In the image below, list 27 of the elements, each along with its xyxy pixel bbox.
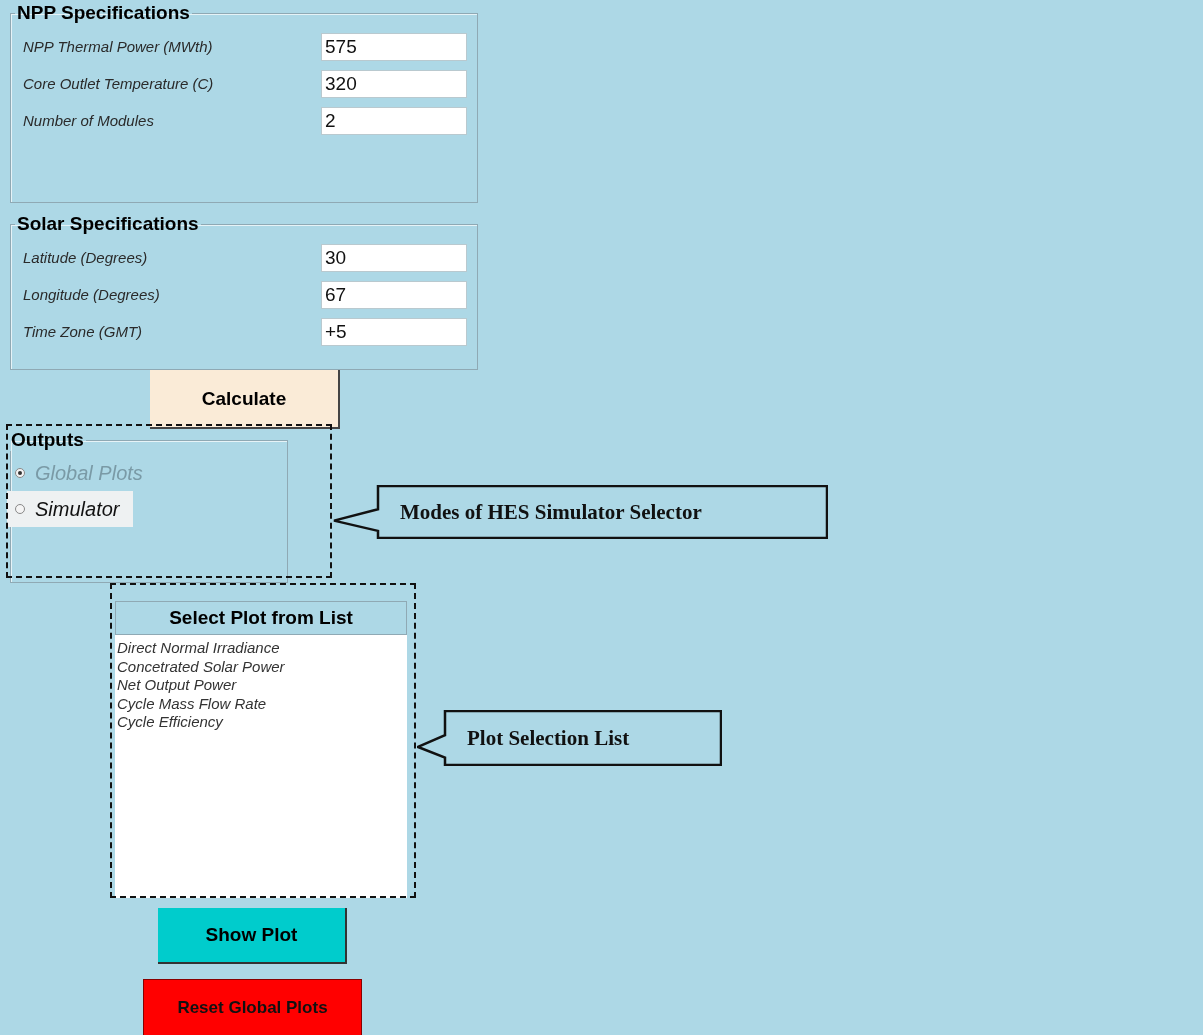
- field-label: Core Outlet Temperature (C): [23, 75, 214, 92]
- callout: Plot Selection List: [417, 710, 722, 766]
- show-plot-button[interactable]: Show Plot: [158, 908, 347, 964]
- input-field[interactable]: 575: [321, 32, 467, 61]
- input-field[interactable]: 320: [321, 69, 467, 98]
- radio-option[interactable]: Simulator: [7, 491, 134, 527]
- list-item[interactable]: Cycle Efficiency: [117, 713, 223, 732]
- section-title: Outputs: [10, 429, 85, 451]
- list-item[interactable]: Net Output Power: [117, 676, 237, 695]
- input-field[interactable]: 2: [321, 106, 467, 135]
- section-title: NPP Specifications: [16, 2, 191, 24]
- field-label: NPP Thermal Power (MWth): [23, 38, 213, 55]
- list-header: Select Plot from List: [115, 601, 407, 635]
- field-label: Longitude (Degrees): [23, 286, 160, 303]
- callout: Modes of HES Simulator Selector: [333, 485, 828, 539]
- section-title: Solar Specifications: [16, 213, 200, 235]
- input-field[interactable]: +5: [321, 317, 467, 346]
- list-item[interactable]: Direct Normal Irradiance: [117, 639, 280, 658]
- field-label: Time Zone (GMT): [23, 323, 143, 340]
- list-item[interactable]: Concetrated Solar Power: [117, 657, 285, 676]
- list-item[interactable]: Cycle Mass Flow Rate: [117, 694, 267, 713]
- field-label: Latitude (Degrees): [23, 249, 148, 266]
- field-label: Number of Modules: [23, 112, 154, 129]
- input-field[interactable]: 67: [321, 280, 467, 309]
- calculate-button[interactable]: Calculate: [150, 370, 340, 429]
- reset-button[interactable]: Reset Global Plots: [143, 979, 362, 1035]
- input-field[interactable]: 30: [321, 243, 467, 272]
